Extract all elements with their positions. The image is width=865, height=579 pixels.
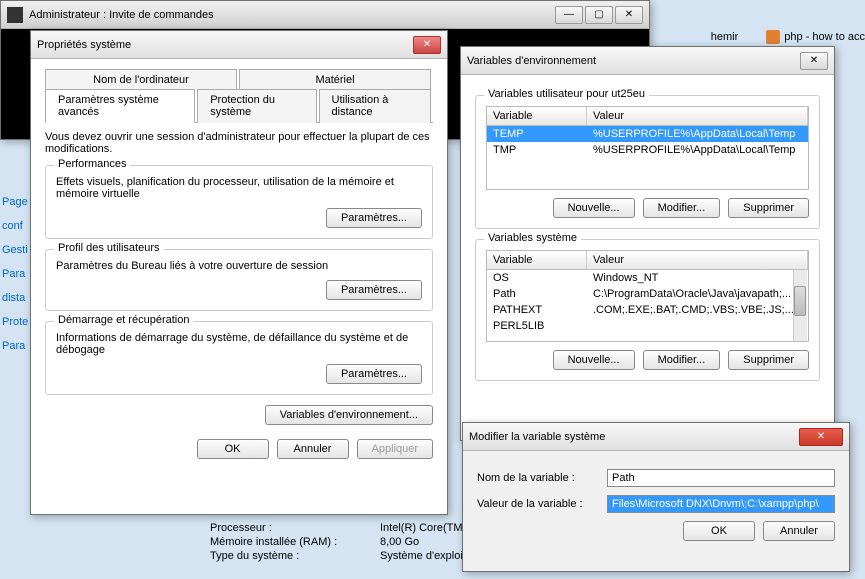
table-row[interactable]: PathC:\ProgramData\Oracle\Java\javapath;… <box>487 286 808 302</box>
profiles-settings-button[interactable]: Paramètres... <box>326 280 422 300</box>
user-vars-title: Variables utilisateur pour ut25eu <box>484 88 649 100</box>
ram-label: Mémoire installée (RAM) : <box>210 536 380 548</box>
tab-hardware[interactable]: Matériel <box>239 69 431 90</box>
ok-button[interactable]: OK <box>197 439 269 459</box>
edit-variable-dialog: Modifier la variable système ✕ Nom de la… <box>462 422 850 572</box>
env-variables-dialog: Variables d'environnement ✕ Variables ut… <box>460 46 835 441</box>
apply-button[interactable]: Appliquer <box>357 439 433 459</box>
cmd-title: Administrateur : Invite de commandes <box>29 9 555 21</box>
proc-label: Processeur : <box>210 522 380 534</box>
startup-settings-button[interactable]: Paramètres... <box>326 364 422 384</box>
bg-link[interactable]: conf <box>0 214 30 238</box>
proc-value: Intel(R) Core(TM) i <box>380 522 472 534</box>
close-button[interactable]: ✕ <box>615 6 643 24</box>
col-variable[interactable]: Variable <box>487 251 587 269</box>
user-delete-button[interactable]: Supprimer <box>728 198 809 218</box>
profiles-desc: Paramètres du Bureau liés à votre ouvert… <box>56 260 422 272</box>
bg-tab[interactable]: hemir <box>711 31 739 43</box>
bg-browser-tabs: hemir php - how to acc <box>711 30 865 44</box>
cancel-button[interactable]: Annuler <box>763 521 835 541</box>
bg-link[interactable]: Page <box>0 190 30 214</box>
sys-vars-list[interactable]: OSWindows_NT PathC:\ProgramData\Oracle\J… <box>486 270 809 342</box>
close-button[interactable]: ✕ <box>800 52 828 70</box>
tab-protection[interactable]: Protection du système <box>197 89 316 123</box>
table-row[interactable]: TEMP%USERPROFILE%\AppData\Local\Temp <box>487 126 808 142</box>
close-button[interactable]: ✕ <box>413 36 441 54</box>
profiles-title: Profil des utilisateurs <box>54 242 164 254</box>
tab-computer-name[interactable]: Nom de l'ordinateur <box>45 69 237 90</box>
ram-value: 8,00 Go <box>380 536 419 548</box>
sysprops-tabs: Nom de l'ordinateur Matériel Paramètres … <box>45 69 433 123</box>
bg-link[interactable]: Para <box>0 262 30 286</box>
sys-vars-title: Variables système <box>484 232 581 244</box>
col-variable[interactable]: Variable <box>487 107 587 125</box>
sys-new-button[interactable]: Nouvelle... <box>553 350 635 370</box>
startup-desc: Informations de démarrage du système, de… <box>56 332 422 356</box>
user-vars-header[interactable]: Variable Valeur <box>486 106 809 126</box>
bg-sidebar: Page conf Gesti Para dista Prote Para <box>0 190 30 358</box>
editvar-title: Modifier la variable système <box>469 431 799 443</box>
var-value-label: Valeur de la variable : <box>477 498 607 510</box>
tab-remote[interactable]: Utilisation à distance <box>319 89 431 123</box>
system-properties-dialog: Propriétés système ✕ Nom de l'ordinateur… <box>30 30 448 515</box>
sys-delete-button[interactable]: Supprimer <box>728 350 809 370</box>
user-vars-list[interactable]: TEMP%USERPROFILE%\AppData\Local\Temp TMP… <box>486 126 809 190</box>
env-title: Variables d'environnement <box>467 55 800 67</box>
cancel-button[interactable]: Annuler <box>277 439 349 459</box>
env-titlebar[interactable]: Variables d'environnement ✕ <box>461 47 834 75</box>
table-row[interactable]: PATHEXT.COM;.EXE;.BAT;.CMD;.VBS;.VBE;.JS… <box>487 302 808 318</box>
ok-button[interactable]: OK <box>683 521 755 541</box>
sysprops-titlebar[interactable]: Propriétés système ✕ <box>31 31 447 59</box>
profiles-group: Profil des utilisateurs Paramètres du Bu… <box>45 249 433 311</box>
bg-link[interactable]: Prote <box>0 310 30 334</box>
sys-vars-header[interactable]: Variable Valeur <box>486 250 809 270</box>
bg-link[interactable]: dista <box>0 286 30 310</box>
sys-vars-group: Variables système Variable Valeur OSWind… <box>475 239 820 381</box>
cmd-titlebar[interactable]: Administrateur : Invite de commandes — ▢… <box>1 1 649 29</box>
performance-settings-button[interactable]: Paramètres... <box>326 208 422 228</box>
minimize-button[interactable]: — <box>555 6 583 24</box>
scroll-thumb[interactable] <box>794 286 806 316</box>
user-new-button[interactable]: Nouvelle... <box>553 198 635 218</box>
tab-advanced[interactable]: Paramètres système avancés <box>45 89 195 123</box>
var-name-label: Nom de la variable : <box>477 472 607 484</box>
table-row[interactable]: TMP%USERPROFILE%\AppData\Local\Temp <box>487 142 808 158</box>
col-value[interactable]: Valeur <box>587 107 808 125</box>
col-value[interactable]: Valeur <box>587 251 808 269</box>
startup-group: Démarrage et récupération Informations d… <box>45 321 433 395</box>
sys-edit-button[interactable]: Modifier... <box>643 350 721 370</box>
bg-link[interactable]: Para <box>0 334 30 358</box>
type-label: Type du système : <box>210 550 380 562</box>
performance-title: Performances <box>54 158 130 170</box>
scrollbar[interactable] <box>793 270 807 341</box>
table-row[interactable]: PERL5LIB <box>487 318 808 334</box>
editvar-titlebar[interactable]: Modifier la variable système ✕ <box>463 423 849 451</box>
user-vars-group: Variables utilisateur pour ut25eu Variab… <box>475 95 820 229</box>
startup-title: Démarrage et récupération <box>54 314 193 326</box>
performance-group: Performances Effets visuels, planificati… <box>45 165 433 239</box>
performance-desc: Effets visuels, planification du process… <box>56 176 422 200</box>
sysprops-title: Propriétés système <box>37 39 413 51</box>
cmd-icon <box>7 7 23 23</box>
bg-tab[interactable]: php - how to acc <box>784 31 865 43</box>
maximize-button[interactable]: ▢ <box>585 6 613 24</box>
table-row[interactable]: OSWindows_NT <box>487 270 808 286</box>
var-name-input[interactable] <box>607 469 835 487</box>
close-button[interactable]: ✕ <box>799 428 843 446</box>
user-edit-button[interactable]: Modifier... <box>643 198 721 218</box>
var-value-input[interactable] <box>607 495 835 513</box>
php-icon <box>766 30 780 44</box>
bg-link[interactable]: Gesti <box>0 238 30 262</box>
env-variables-button[interactable]: Variables d'environnement... <box>265 405 433 425</box>
admin-notice: Vous devez ouvrir une session d'administ… <box>45 131 433 155</box>
